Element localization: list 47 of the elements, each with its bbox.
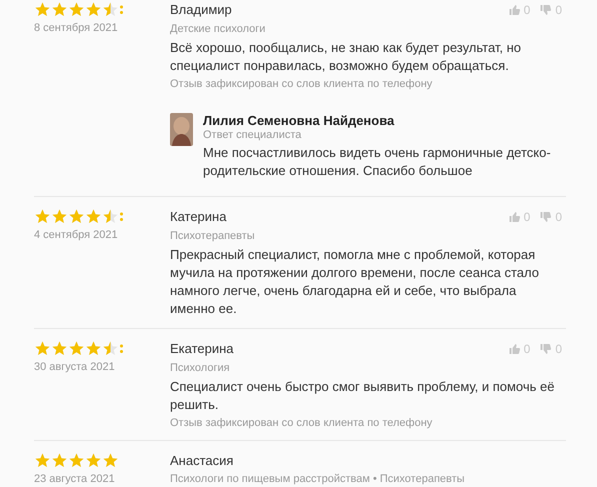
star-icon bbox=[34, 208, 51, 225]
reply-text: Мне посчастливилось видеть очень гармоничные детско-родительские отношения. Спасибо большое bbox=[203, 144, 552, 180]
star-icon bbox=[102, 1, 119, 18]
review-date: 23 августа 2021 bbox=[34, 472, 116, 487]
thumbs-down-icon bbox=[540, 343, 552, 355]
thumbs-up-icon bbox=[508, 343, 521, 355]
review-text: Всё хорошо, пообщались, не знаю как будет результат, но специалист понравилась, возможно будем обращаться. bbox=[170, 39, 522, 75]
review-note: Отзыв зафиксирован со слов клиента по телефону bbox=[170, 77, 434, 91]
review-date: 4 сентября 2021 bbox=[34, 228, 119, 243]
star-icon bbox=[68, 340, 85, 357]
star-icon bbox=[68, 208, 85, 225]
thumbs-down-icon bbox=[540, 211, 552, 223]
star-icon bbox=[102, 452, 119, 469]
review-note: Отзыв зафиксирован со слов клиента по телефону bbox=[170, 416, 434, 430]
review-category: Детские психологи bbox=[170, 22, 266, 36]
thumbs-down-icon bbox=[540, 4, 552, 16]
specialist-name: Лилия Семеновна Найденова bbox=[203, 113, 396, 128]
reviewer-name: Катерина bbox=[170, 208, 226, 225]
star-icon bbox=[51, 208, 68, 225]
star-icon bbox=[85, 1, 102, 18]
star-icon bbox=[68, 452, 85, 469]
star-icon bbox=[51, 340, 68, 357]
review-date: 30 августа 2021 bbox=[34, 360, 116, 375]
star-icon bbox=[85, 452, 102, 469]
star-icon bbox=[68, 1, 85, 18]
reviewer-name: Владимир bbox=[170, 1, 232, 18]
review-text: Специалист очень быстро смог выявить проблему, и помочь её решить. bbox=[170, 378, 556, 414]
review-text: Прекрасный специалист, помогла мне с проблемой, которая мучила на протяжении долгого времени, после сеанса стало намного легче, очень благодарна ей и себе, что выбрала именно ее. bbox=[170, 246, 540, 318]
star-icon bbox=[85, 208, 102, 225]
review-category: Психологи по пищевым расстройствам • Психотерапевты bbox=[170, 472, 466, 486]
star-icon bbox=[85, 340, 102, 357]
review-category: Психология bbox=[170, 361, 231, 375]
reviewer-name: Екатерина bbox=[170, 340, 234, 357]
thumbs-up-icon bbox=[508, 211, 521, 223]
review-date: 8 сентября 2021 bbox=[34, 21, 119, 36]
review-category: Психотерапевты bbox=[170, 229, 256, 243]
star-icon bbox=[51, 1, 68, 18]
star-icon bbox=[102, 340, 119, 357]
avatar bbox=[170, 113, 193, 146]
star-icon bbox=[34, 1, 51, 18]
star-icon bbox=[34, 340, 51, 357]
reply-label: Ответ специалиста bbox=[203, 128, 302, 142]
thumbs-up-icon bbox=[508, 4, 521, 16]
star-icon bbox=[102, 208, 119, 225]
reviewer-name: Анастасия bbox=[170, 452, 234, 469]
star-icon bbox=[51, 452, 68, 469]
star-icon bbox=[34, 452, 51, 469]
